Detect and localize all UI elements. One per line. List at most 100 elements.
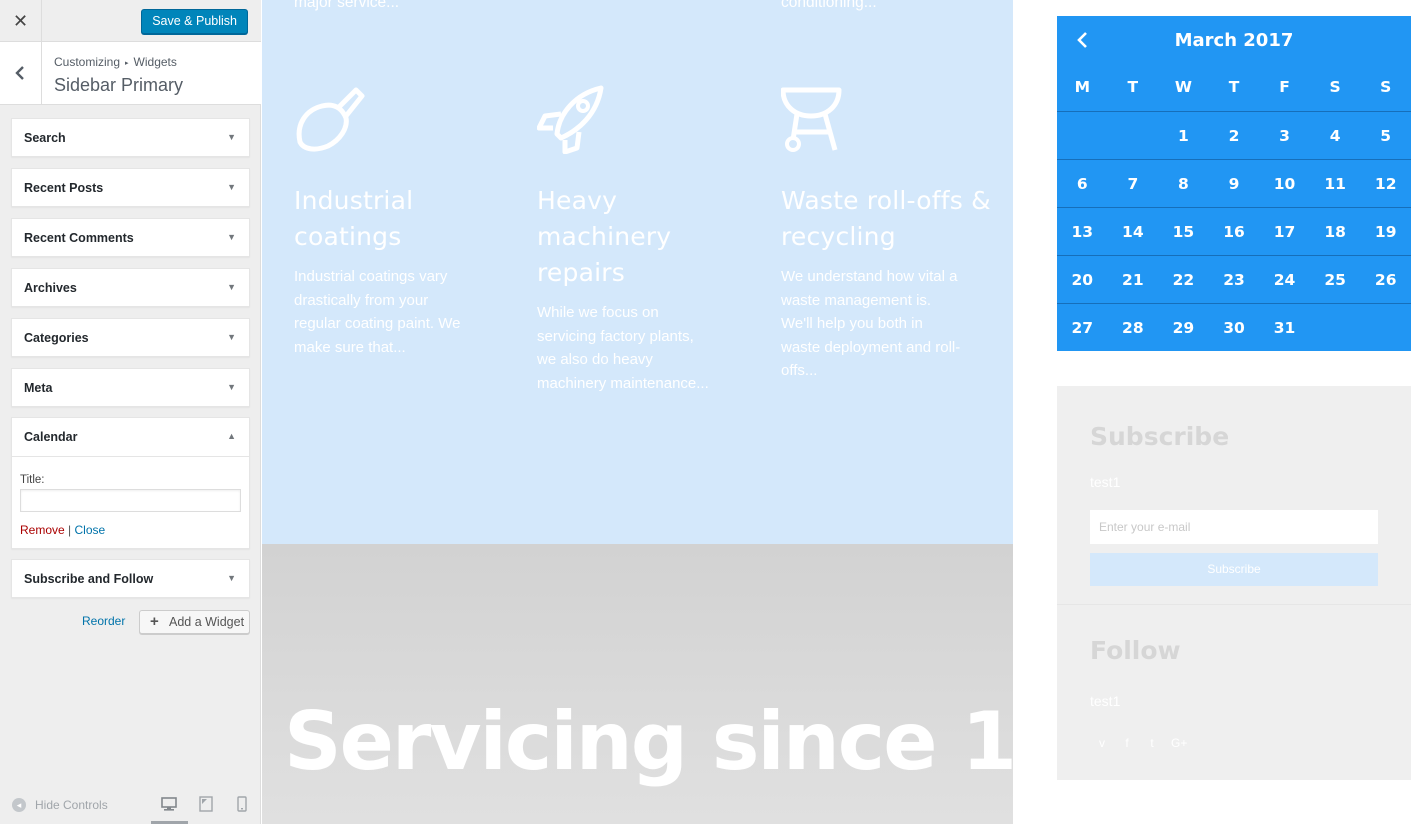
widget-search[interactable]: Search ▼ [11, 118, 250, 157]
calendar-day: 31 [1273, 319, 1296, 337]
calendar-week-row: 1 2 3 4 5 [1057, 111, 1411, 159]
plus-icon: + [150, 613, 159, 630]
calendar-empty-cell [1310, 304, 1361, 352]
service-title: Heavy machinery repairs [537, 186, 672, 287]
hide-controls-label: Hide Controls [35, 798, 108, 812]
service-card: Waste roll-offs & recycling We understan… [780, 84, 991, 383]
widget-toggle-icon[interactable]: ▼ [227, 182, 236, 192]
calendar-week-row: 20 21 22 23 24 25 26 [1057, 255, 1411, 303]
calendar-day: 2 [1228, 127, 1240, 145]
widget-calendar-header[interactable]: Calendar ▲ [12, 418, 249, 457]
title-label: Title: [20, 474, 45, 486]
title-input[interactable] [20, 489, 241, 512]
widget-recent-comments[interactable]: Recent Comments ▼ [11, 218, 250, 257]
calendar-day: 24 [1273, 271, 1296, 289]
google-plus-icon[interactable]: G+ [1171, 736, 1187, 750]
breadcrumb-current: Widgets [133, 55, 177, 69]
hero-title: Servicing since 1955! [284, 695, 1013, 788]
site-preview: major service... conditioning... Industr… [262, 0, 1411, 824]
add-widget-button[interactable]: + Add a Widget [139, 610, 250, 634]
follow-text: test1 [1090, 693, 1121, 709]
close-link[interactable]: Close [75, 523, 106, 537]
widget-toggle-icon[interactable]: ▼ [227, 573, 236, 583]
reorder-link[interactable]: Reorder [82, 614, 125, 628]
widget-toggle-icon[interactable]: ▲ [227, 431, 236, 441]
widget-title: Recent Posts [24, 181, 104, 195]
grill-icon [780, 87, 842, 152]
service-text-cut: conditioning... [781, 0, 877, 11]
calendar-day: 28 [1122, 319, 1144, 337]
calendar-day: 14 [1122, 223, 1144, 241]
weekday-label: W [1174, 78, 1192, 96]
social-icons: v f t G+ [1096, 736, 1187, 750]
calendar-day: 17 [1273, 223, 1296, 241]
close-customizer-button[interactable]: ✕ [0, 0, 42, 42]
save-publish-button[interactable]: Save & Publish [141, 9, 248, 34]
vimeo-icon[interactable]: v [1096, 736, 1108, 750]
mobile-preview-icon[interactable] [234, 796, 250, 812]
widget-toggle-icon[interactable]: ▼ [227, 332, 236, 342]
customizer-sidebar: ✕ Save & Publish Customizing ▸ Widgets Sid… [0, 0, 261, 824]
calendar-week-row: 13 14 15 16 17 18 19 [1057, 207, 1411, 255]
section-title-bar: Customizing ▸ Widgets Sidebar Primary [0, 42, 261, 105]
service-text: Industrial coatings vary drastically fro… [294, 268, 461, 356]
rocket-icon [536, 85, 604, 155]
divider [1057, 604, 1411, 605]
back-button[interactable] [0, 42, 42, 104]
paint-brush-icon [296, 87, 365, 152]
calendar-day: 30 [1223, 319, 1245, 337]
widget-categories[interactable]: Categories ▼ [11, 318, 250, 357]
actions-separator: | [68, 523, 72, 537]
close-icon: ✕ [12, 10, 29, 31]
desktop-preview-icon[interactable] [161, 796, 177, 812]
weekday-label: T [1127, 78, 1139, 96]
weekday-label: T [1228, 78, 1240, 96]
widget-title: Archives [24, 281, 77, 295]
calendar-week-row: 6 7 8 9 10 11 12 [1057, 159, 1411, 207]
weekday-label: M [1074, 78, 1090, 96]
calendar-day: 13 [1071, 223, 1094, 241]
calendar-day: 25 [1324, 271, 1346, 289]
calendar-month-title: March 2017 [1174, 30, 1294, 51]
service-title: Waste roll-offs & recycling [781, 186, 991, 251]
calendar-day: 27 [1071, 319, 1094, 337]
calendar-widget: March 2017 M T W T F S S 1 2 3 4 5 6 7 8 9 10 11 12… [1057, 16, 1411, 351]
calendar-day: 16 [1223, 223, 1245, 241]
calendar-day: 4 [1329, 127, 1341, 145]
hide-controls-button[interactable]: ◂ Hide Controls [12, 798, 108, 812]
calendar-day: 6 [1076, 175, 1088, 193]
calendar-day: 23 [1223, 271, 1245, 289]
calendar-day: 9 [1228, 175, 1240, 193]
service-title: Industrial coatings [294, 186, 414, 251]
section-title: Sidebar Primary [54, 75, 184, 95]
service-card: Heavy machinery repairs While we focus o… [536, 84, 747, 395]
widget-archives[interactable]: Archives ▼ [11, 268, 250, 307]
widget-toggle-icon[interactable]: ▼ [227, 232, 236, 242]
subscribe-follow-widget: Subscribe test1 Enter your e-mail Subscr… [1057, 386, 1411, 780]
calendar-day: 12 [1374, 175, 1397, 193]
calendar-day: 15 [1172, 223, 1195, 241]
widget-subscribe-and-follow[interactable]: Subscribe and Follow ▼ [11, 559, 250, 598]
facebook-icon[interactable]: f [1121, 736, 1133, 750]
tablet-preview-icon[interactable] [198, 796, 214, 812]
subscribe-button[interactable]: Subscribe [1090, 553, 1378, 586]
widget-title: Recent Comments [24, 231, 134, 245]
widget-recent-posts[interactable]: Recent Posts ▼ [11, 168, 250, 207]
widget-toggle-icon[interactable]: ▼ [227, 132, 236, 142]
email-field[interactable]: Enter your e-mail [1090, 510, 1378, 544]
calendar-day: 18 [1324, 223, 1346, 241]
remove-link[interactable]: Remove [20, 523, 65, 537]
weekday-label: S [1329, 78, 1341, 96]
follow-title: Follow [1090, 636, 1181, 665]
widget-toggle-icon[interactable]: ▼ [227, 382, 236, 392]
service-text: We understand how vital a waste manageme… [781, 268, 961, 379]
calendar-day: 10 [1273, 175, 1296, 193]
calendar-day: 26 [1374, 271, 1397, 289]
widget-meta[interactable]: Meta ▼ [11, 368, 250, 407]
breadcrumb: Customizing ▸ Widgets [54, 55, 177, 69]
services-section: major service... conditioning... Industr… [262, 0, 1013, 544]
widget-toggle-icon[interactable]: ▼ [227, 282, 236, 292]
widget-title: Categories [24, 331, 89, 345]
calendar-empty-cell [1057, 112, 1108, 160]
twitter-icon[interactable]: t [1146, 736, 1158, 750]
